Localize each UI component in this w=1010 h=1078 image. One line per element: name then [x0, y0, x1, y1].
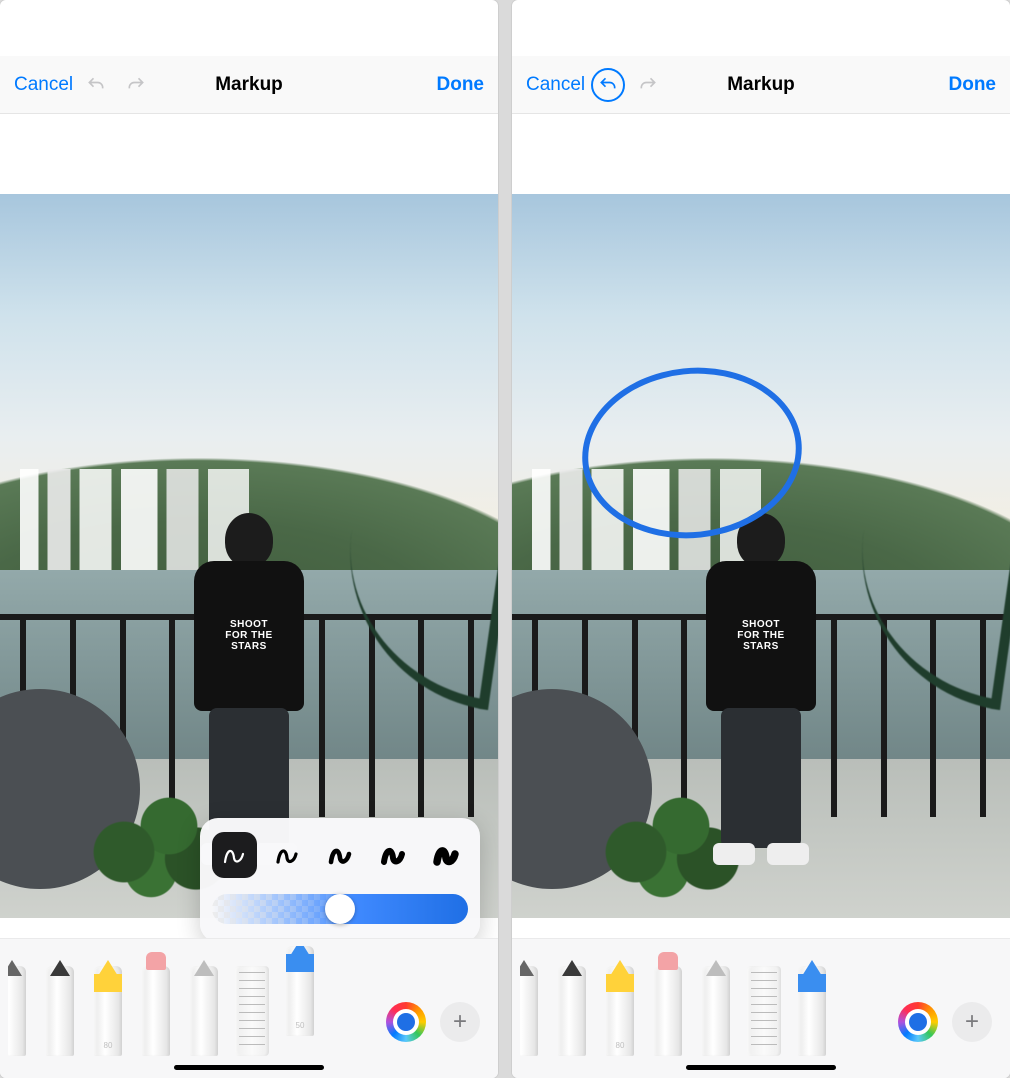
color-picker-button[interactable]	[898, 1002, 938, 1042]
tool-crayon[interactable]	[788, 946, 836, 1056]
markup-toolbar: 80 +	[512, 938, 1010, 1078]
stroke-squiggle-icon	[219, 840, 249, 870]
tool-ruler[interactable]	[740, 946, 788, 1056]
photo-content: SHOOT FOR THE STARS	[512, 194, 1010, 918]
undo-icon	[598, 75, 618, 95]
plus-icon: +	[453, 1008, 467, 1036]
opacity-slider[interactable]	[212, 894, 468, 924]
add-annotation-button[interactable]: +	[440, 1002, 480, 1042]
tool-highlighter[interactable]: 80	[596, 946, 644, 1056]
stroke-squiggle-icon	[431, 840, 461, 870]
done-button[interactable]: Done	[949, 74, 997, 96]
tool-size-label: 50	[296, 1021, 305, 1030]
undo-icon	[86, 75, 106, 95]
tool-pen[interactable]	[8, 946, 36, 1056]
page-title: Markup	[727, 74, 795, 96]
tool-fineliner[interactable]	[548, 946, 596, 1056]
stroke-squiggle-icon	[272, 840, 302, 870]
navigation-bar: Cancel Markup Done	[512, 56, 1010, 114]
tool-eraser[interactable]	[132, 946, 180, 1056]
plus-icon: +	[965, 1008, 979, 1036]
markup-canvas[interactable]: SHOOT FOR THE STARS	[0, 114, 498, 938]
markup-canvas[interactable]: SHOOT FOR THE STARS	[512, 114, 1010, 938]
tool-pencil[interactable]	[692, 946, 740, 1056]
home-indicator[interactable]	[686, 1065, 836, 1070]
stroke-width-4[interactable]	[370, 832, 415, 878]
tool-highlighter[interactable]: 80	[84, 946, 132, 1056]
tool-ruler[interactable]	[228, 946, 276, 1056]
tool-tray[interactable]: 80	[520, 946, 884, 1056]
color-picker-button[interactable]	[386, 1002, 426, 1042]
markup-toolbar: 80 50 +	[0, 938, 498, 1078]
tool-tray[interactable]: 80 50	[8, 946, 372, 1056]
stroke-width-row	[212, 832, 468, 878]
redo-button[interactable]	[119, 68, 153, 102]
add-annotation-button[interactable]: +	[952, 1002, 992, 1042]
tool-pencil[interactable]	[180, 946, 228, 1056]
navigation-bar: Cancel Markup Done	[0, 56, 498, 114]
stroke-width-5[interactable]	[423, 832, 468, 878]
redo-icon	[638, 75, 658, 95]
undo-button[interactable]	[591, 68, 625, 102]
shirt-text: SHOOT FOR THE STARS	[706, 561, 816, 711]
stroke-squiggle-icon	[325, 840, 355, 870]
selected-color-swatch	[397, 1013, 415, 1031]
shirt-text: SHOOT FOR THE STARS	[194, 561, 304, 711]
markup-screen-after: Cancel Markup Done	[512, 0, 1010, 1078]
tool-size-label: 80	[104, 1041, 113, 1050]
tool-size-label: 80	[616, 1041, 625, 1050]
tool-pen[interactable]	[520, 946, 548, 1056]
stroke-width-3[interactable]	[318, 832, 363, 878]
stroke-squiggle-icon	[378, 840, 408, 870]
redo-icon	[126, 75, 146, 95]
stroke-settings-popover	[200, 818, 480, 938]
cancel-button[interactable]: Cancel	[14, 74, 73, 96]
selected-color-swatch	[909, 1013, 927, 1031]
opacity-thumb[interactable]	[325, 894, 355, 924]
stroke-width-1[interactable]	[212, 832, 257, 878]
photo-content: SHOOT FOR THE STARS	[0, 194, 498, 918]
undo-button[interactable]	[79, 68, 113, 102]
stroke-width-2[interactable]	[265, 832, 310, 878]
redo-button[interactable]	[631, 68, 665, 102]
done-button[interactable]: Done	[437, 74, 485, 96]
tool-fineliner[interactable]	[36, 946, 84, 1056]
tool-eraser[interactable]	[644, 946, 692, 1056]
cancel-button[interactable]: Cancel	[526, 74, 585, 96]
markup-screen-before: Cancel Markup Done	[0, 0, 498, 1078]
tool-crayon[interactable]: 50	[276, 946, 324, 1036]
page-title: Markup	[215, 74, 283, 96]
home-indicator[interactable]	[174, 1065, 324, 1070]
